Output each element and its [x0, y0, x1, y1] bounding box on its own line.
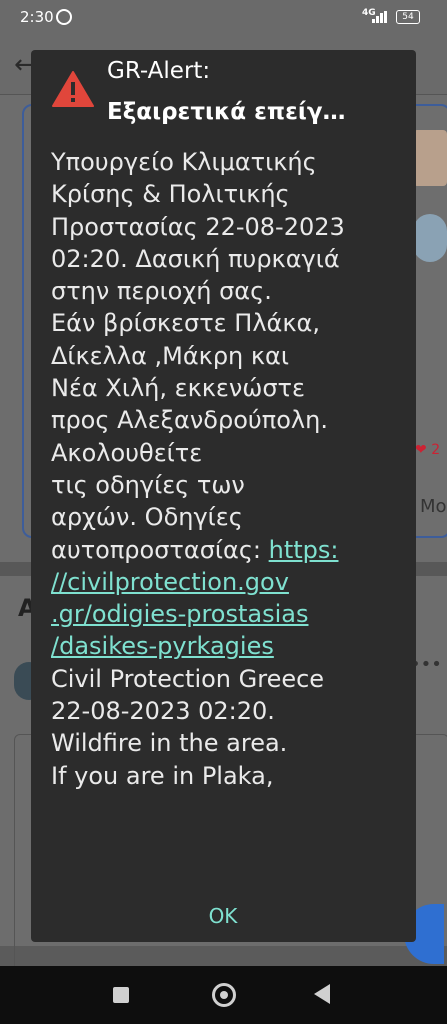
alert-message: Υπουργείο Κλιματικής Κρίσης & Πολιτικής … — [51, 146, 411, 884]
status-bar: 2:30 4G 54 — [0, 0, 447, 34]
link-line: .gr/odigies-prostasias — [51, 598, 411, 630]
message-line: αρχών. Οδηγίες — [51, 503, 243, 532]
emergency-alert-dialog: GR-Alert: Εξαιρετικά επείγ… Υπουργείο Κλ… — [31, 50, 416, 942]
alert-subtitle: Εξαιρετικά επείγ… — [107, 99, 346, 125]
message-line: Δίκελλα ,Μάκρη και — [51, 341, 289, 370]
message-text: αυτοπροστασίας: — [51, 535, 269, 564]
warning-triangle-icon — [52, 71, 94, 107]
message-line: 02:20. Δασική πυρκαγιά — [51, 244, 340, 273]
message-line: τις οδηγίες των — [51, 470, 245, 499]
message-line-with-link: αυτοπροστασίας: https: — [51, 534, 411, 566]
scroll-fade — [31, 858, 416, 894]
recents-square-icon[interactable] — [113, 987, 129, 1003]
message-line: Wildfire in the area. — [51, 729, 288, 758]
message-line: Κρίσης & Πολιτικής — [51, 180, 290, 209]
status-time: 2:30 — [20, 8, 54, 26]
home-circle-icon[interactable] — [212, 983, 236, 1007]
ok-button[interactable]: OK — [181, 898, 265, 934]
message-line: Ακολουθείτε — [51, 438, 203, 467]
signal-icon — [372, 11, 390, 23]
civil-protection-link[interactable]: .gr/odigies-prostasias — [51, 600, 309, 628]
alert-header: GR-Alert: Εξαιρετικά επείγ… — [31, 50, 416, 138]
message-line: Νέα Χιλή, εκκενώστε — [51, 374, 305, 403]
navigation-bar — [0, 966, 447, 1024]
civil-protection-link[interactable]: https: — [269, 536, 339, 564]
link-line: /dasikes-pyrkagies — [51, 630, 411, 662]
background-partial-text: Mo — [420, 496, 447, 517]
message-line: If you are in Plaka, — [51, 761, 274, 790]
message-line: Εάν βρίσκεστε Πλάκα, — [51, 309, 320, 338]
background-thumbnail[interactable] — [413, 214, 447, 262]
vibrate-icon — [56, 9, 72, 25]
battery-icon: 54 — [396, 10, 420, 24]
background-thumbnail[interactable] — [413, 130, 447, 186]
message-line: στην περιοχή σας. — [51, 277, 272, 306]
message-line: Προστασίας 22-08-2023 — [51, 212, 345, 241]
back-triangle-icon[interactable] — [314, 984, 330, 1004]
civil-protection-link[interactable]: /dasikes-pyrkagies — [51, 632, 274, 660]
alert-title: GR-Alert: — [107, 58, 211, 84]
message-line: 22-08-2023 02:20. — [51, 697, 275, 726]
civil-protection-link[interactable]: //civilprotection.gov — [51, 568, 289, 596]
link-line: //civilprotection.gov — [51, 566, 411, 598]
message-line: Υπουργείο Κλιματικής — [51, 148, 317, 176]
reaction-count: 2 — [431, 442, 441, 458]
message-line: προς Αλεξανδρούπολη. — [51, 406, 328, 435]
heart-icon: ❤ 2 — [415, 442, 441, 458]
message-line: Civil Protection Greece — [51, 664, 325, 693]
